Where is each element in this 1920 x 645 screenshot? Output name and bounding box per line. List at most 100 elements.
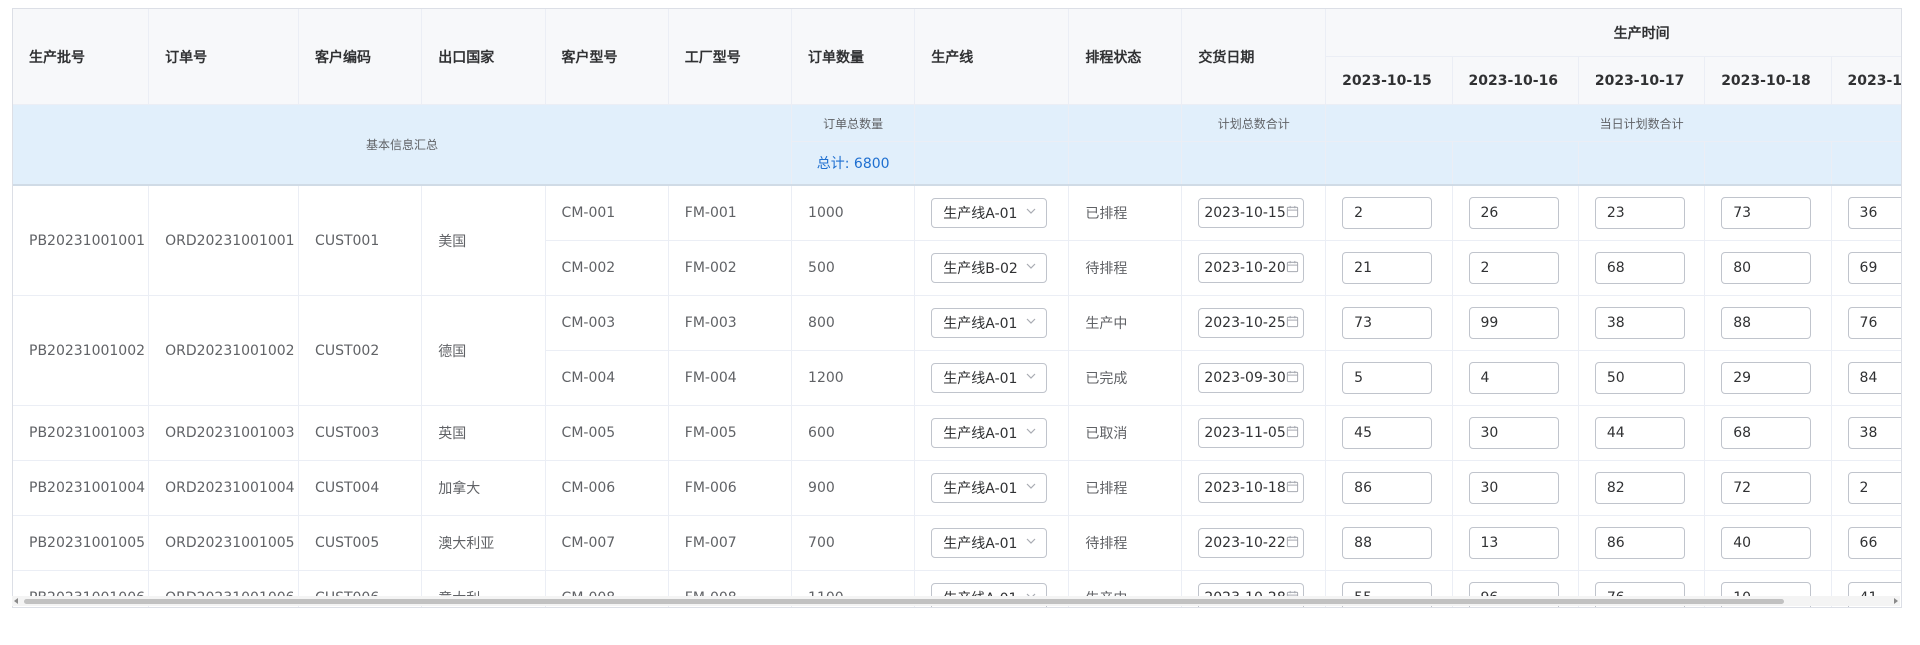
plan-quantity-input[interactable] <box>1468 197 1559 229</box>
plan-quantity-input[interactable] <box>1721 197 1812 229</box>
cell-customer-code: CUST004 <box>298 460 423 516</box>
cell-factory-model: FM-002 <box>668 240 793 296</box>
cell-plan <box>1578 460 1706 516</box>
plan-quantity-input[interactable] <box>1847 252 1901 284</box>
plan-quantity-input[interactable] <box>1468 252 1559 284</box>
plan-quantity-input[interactable] <box>1342 307 1433 339</box>
plan-quantity-input[interactable] <box>1468 362 1559 394</box>
delivery-date-picker[interactable]: 2023-10-15 <box>1198 198 1305 228</box>
plan-quantity-input[interactable] <box>1721 472 1812 504</box>
chevron-down-icon <box>1025 260 1037 276</box>
plan-quantity-input[interactable] <box>1342 527 1433 559</box>
plan-quantity-input[interactable] <box>1594 362 1685 394</box>
cell-plan <box>1452 515 1579 571</box>
chevron-down-icon <box>1025 425 1037 441</box>
cell-factory-model: FM-006 <box>668 460 793 516</box>
plan-quantity-input[interactable] <box>1594 527 1685 559</box>
cell-batch: PB20231001002 <box>13 295 150 406</box>
cell-batch: PB20231001004 <box>13 460 150 516</box>
cell-delivery-date: 2023-09-30 <box>1181 350 1327 406</box>
plan-quantity-input[interactable] <box>1721 417 1812 449</box>
plan-quantity-input[interactable] <box>1342 252 1433 284</box>
plan-quantity-input[interactable] <box>1721 527 1812 559</box>
calendar-icon <box>1286 260 1299 277</box>
plan-quantity-input[interactable] <box>1594 252 1685 284</box>
summary-order-total-label: 订单总数量 <box>791 104 916 142</box>
cell-plan <box>1325 185 1453 241</box>
line-select[interactable]: 生产线A-01 <box>931 198 1048 228</box>
plan-quantity-input[interactable] <box>1847 527 1901 559</box>
summary-title: 基本信息汇总 <box>13 104 793 186</box>
header-order-qty: 订单数量 <box>791 9 916 105</box>
delivery-date-picker[interactable]: 2023-10-20 <box>1198 253 1305 283</box>
header-batch: 生产批号 <box>13 9 150 105</box>
calendar-icon <box>1286 425 1299 442</box>
delivery-date-picker[interactable]: 2023-09-30 <box>1198 363 1305 393</box>
plan-quantity-input[interactable] <box>1847 362 1901 394</box>
line-select[interactable]: 生产线A-01 <box>931 528 1048 558</box>
cell-line: 生产线A-01 <box>914 460 1070 516</box>
cell-plan <box>1831 240 1901 296</box>
cell-schedule-status: 生产中 <box>1068 295 1183 351</box>
line-select[interactable]: 生产线A-01 <box>931 473 1048 503</box>
cell-delivery-date: 2023-10-22 <box>1181 515 1327 571</box>
chevron-down-icon <box>1025 480 1037 496</box>
delivery-date-picker[interactable]: 2023-10-22 <box>1198 528 1305 558</box>
plan-quantity-input[interactable] <box>1721 252 1812 284</box>
cell-factory-model: FM-004 <box>668 350 793 406</box>
header-date: 2023-10-17 <box>1578 56 1706 105</box>
line-select[interactable]: 生产线A-01 <box>931 363 1048 393</box>
cell-line: 生产线A-01 <box>914 405 1070 461</box>
horizontal-scrollbar[interactable] <box>12 596 1900 606</box>
cell-plan <box>1578 405 1706 461</box>
header-line: 生产线 <box>914 9 1070 105</box>
cell-delivery-date: 2023-11-05 <box>1181 405 1327 461</box>
plan-quantity-input[interactable] <box>1342 417 1433 449</box>
scroll-right-arrow-icon[interactable] <box>1894 598 1898 604</box>
delivery-date-picker[interactable]: 2023-10-18 <box>1198 473 1305 503</box>
line-select[interactable]: 生产线A-01 <box>931 308 1048 338</box>
plan-quantity-input[interactable] <box>1594 307 1685 339</box>
plan-quantity-input[interactable] <box>1468 472 1559 504</box>
scroll-left-arrow-icon[interactable] <box>14 598 18 604</box>
plan-quantity-input[interactable] <box>1847 307 1901 339</box>
cell-order: ORD20231001005 <box>148 515 300 571</box>
cell-customer-code: CUST005 <box>298 515 423 571</box>
delivery-date-picker[interactable]: 2023-10-25 <box>1198 308 1305 338</box>
plan-quantity-input[interactable] <box>1594 417 1685 449</box>
summary-daily-value <box>1452 141 1579 186</box>
plan-quantity-input[interactable] <box>1342 472 1433 504</box>
header-schedule-status: 排程状态 <box>1068 9 1183 105</box>
plan-quantity-input[interactable] <box>1847 417 1901 449</box>
cell-plan <box>1325 460 1453 516</box>
line-select[interactable]: 生产线B-02 <box>931 253 1048 283</box>
plan-quantity-input[interactable] <box>1468 307 1559 339</box>
line-select-value: 生产线B-02 <box>943 261 1018 277</box>
plan-quantity-input[interactable] <box>1468 417 1559 449</box>
plan-quantity-input[interactable] <box>1594 197 1685 229</box>
line-select[interactable]: 生产线A-01 <box>931 418 1048 448</box>
cell-plan <box>1831 460 1901 516</box>
calendar-icon <box>1286 535 1299 552</box>
plan-quantity-input[interactable] <box>1468 527 1559 559</box>
delivery-date-picker[interactable]: 2023-11-05 <box>1198 418 1305 448</box>
plan-quantity-input[interactable] <box>1342 362 1433 394</box>
scrollbar-thumb[interactable] <box>24 599 1784 604</box>
header-customer-model: 客户型号 <box>545 9 669 105</box>
cell-order-qty: 1200 <box>791 350 916 406</box>
calendar-icon <box>1286 480 1299 497</box>
plan-quantity-input[interactable] <box>1847 197 1901 229</box>
cell-order: ORD20231001004 <box>148 460 300 516</box>
plan-quantity-input[interactable] <box>1721 307 1812 339</box>
summary-plan-total-label: 计划总数合计 <box>1181 104 1327 142</box>
cell-schedule-status: 已取消 <box>1068 405 1183 461</box>
header-production-time: 生产时间 <box>1325 9 1901 57</box>
cell-order-qty: 500 <box>791 240 916 296</box>
cell-order: ORD20231001002 <box>148 295 300 406</box>
plan-quantity-input[interactable] <box>1847 472 1901 504</box>
plan-quantity-input[interactable] <box>1721 362 1812 394</box>
plan-quantity-input[interactable] <box>1594 472 1685 504</box>
plan-quantity-input[interactable] <box>1342 197 1433 229</box>
cell-factory-model: FM-003 <box>668 295 793 351</box>
calendar-icon <box>1286 315 1299 332</box>
